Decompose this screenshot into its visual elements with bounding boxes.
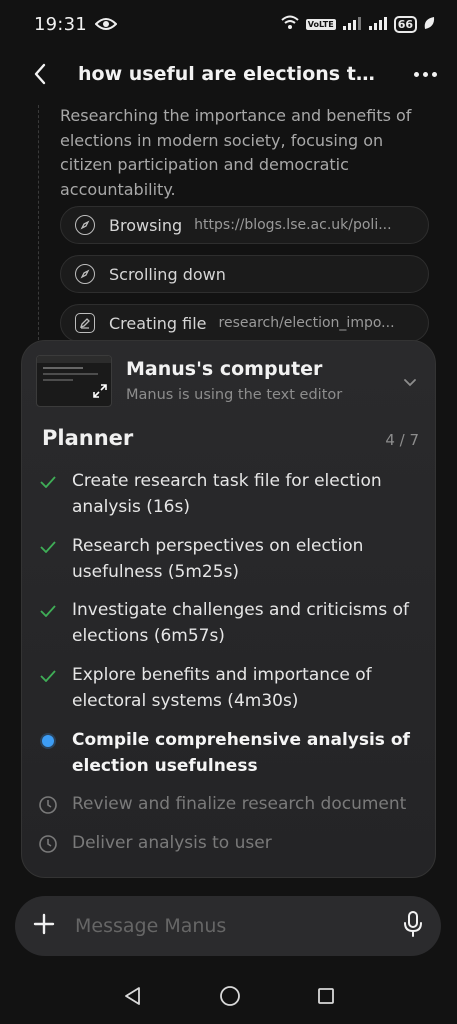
action-argument: https://blogs.lse.ac.uk/poli...: [194, 217, 392, 233]
expand-icon: [93, 383, 107, 402]
chevron-down-icon[interactable]: [403, 373, 417, 392]
volte-badge: VoLTE: [305, 18, 336, 30]
task-text: Explore benefits and importance of elect…: [72, 665, 372, 711]
planner-title: Planner: [42, 426, 134, 450]
computer-preview-thumbnail[interactable]: [36, 355, 112, 407]
chat-header: how useful are elections tod...: [0, 50, 457, 98]
signal-icon: [342, 15, 362, 34]
system-nav-bar: [0, 975, 457, 1020]
compass-icon: [75, 264, 95, 284]
edit-file-icon: [75, 313, 95, 333]
message-input[interactable]: Message Manus: [75, 915, 226, 937]
task-text: Review and finalize research document: [72, 794, 407, 814]
check-icon: [38, 472, 58, 492]
leaf-icon: [423, 15, 435, 34]
clock-icon: [38, 834, 58, 854]
status-time: 19:31: [34, 13, 87, 35]
recents-square-icon[interactable]: [317, 987, 335, 1009]
planner-task-active: Compile comprehensive analysis of electi…: [38, 728, 423, 779]
action-browsing[interactable]: Browsing https://blogs.lse.ac.uk/poli...: [60, 206, 429, 244]
planner-task: Explore benefits and importance of elect…: [38, 663, 423, 714]
task-text: Deliver analysis to user: [72, 833, 272, 853]
back-triangle-icon[interactable]: [123, 986, 143, 1010]
action-scrolling[interactable]: Scrolling down: [60, 255, 429, 293]
battery-indicator: 66: [393, 15, 417, 33]
action-label: Creating file: [109, 313, 207, 333]
wifi-icon: [280, 14, 300, 34]
signal-icon: [368, 15, 388, 34]
task-text: Create research task file for election a…: [72, 471, 382, 517]
check-icon: [38, 666, 58, 686]
eye-icon: [94, 17, 117, 31]
plus-icon[interactable]: [33, 913, 55, 939]
clock-icon: [38, 795, 58, 815]
status-icons: VoLTE 66: [280, 14, 435, 34]
planner-task: Investigate challenges and criticisms of…: [38, 598, 423, 649]
check-icon: [38, 537, 58, 557]
status-bar: 19:31 VoLTE 66: [0, 0, 457, 48]
in-progress-dot-icon: [38, 731, 58, 751]
action-creating-file[interactable]: Creating file research/election_impo...: [60, 304, 429, 342]
chevron-left-icon: [34, 63, 46, 85]
more-dots-icon: [414, 71, 419, 77]
planner-task: Create research task file for election a…: [38, 469, 423, 520]
planner-task-pending: Review and finalize research document: [38, 792, 423, 818]
message-composer: Message Manus: [15, 896, 441, 956]
home-circle-icon[interactable]: [219, 985, 241, 1011]
action-label: Scrolling down: [109, 264, 226, 284]
step-description: Researching the importance and benefits …: [60, 106, 412, 199]
microphone-icon[interactable]: [403, 910, 423, 942]
planner-progress-count: 4 / 7: [385, 431, 419, 449]
page-title: how useful are elections tod...: [78, 63, 378, 85]
planner-task-pending: Deliver analysis to user: [38, 831, 423, 857]
planner-task: Research perspectives on election useful…: [38, 534, 423, 585]
action-label: Browsing: [109, 215, 183, 235]
timeline-line: [38, 105, 39, 345]
back-button[interactable]: [20, 54, 60, 94]
more-options-button[interactable]: [414, 71, 437, 77]
planner-panel: Manus's computer Manus is using the text…: [21, 340, 436, 878]
compass-icon: [75, 215, 95, 235]
computer-title: Manus's computer: [126, 358, 323, 380]
task-text: Investigate challenges and criticisms of…: [72, 600, 409, 646]
check-icon: [38, 601, 58, 621]
task-text: Compile comprehensive analysis of electi…: [72, 730, 410, 776]
computer-status: Manus is using the text editor: [126, 387, 343, 403]
task-text: Research perspectives on election useful…: [72, 536, 364, 582]
action-argument: research/election_impo...: [218, 315, 395, 331]
